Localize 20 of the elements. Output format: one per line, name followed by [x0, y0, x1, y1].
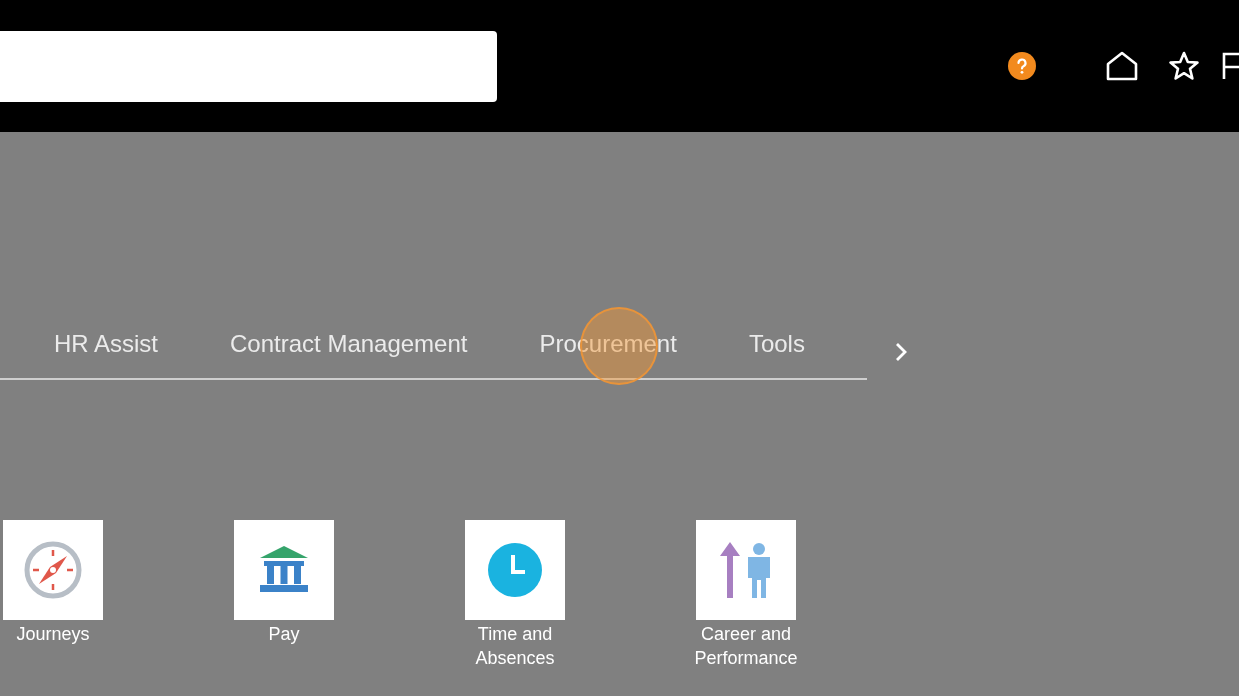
- help-icon[interactable]: [1008, 52, 1036, 80]
- chevron-right-icon[interactable]: [895, 342, 907, 362]
- home-icon[interactable]: [1106, 51, 1138, 81]
- app-label: Journeys: [15, 623, 91, 646]
- nav-tab[interactable]: HR Assist: [54, 330, 158, 368]
- nav-tab[interactable]: Procurement: [539, 330, 677, 368]
- flag-icon[interactable]: [1222, 51, 1239, 81]
- compass-icon: [23, 540, 83, 600]
- app-label: Career and Performance: [693, 623, 799, 670]
- app-tile[interactable]: [696, 520, 796, 620]
- search-field[interactable]: [0, 30, 497, 102]
- star-icon[interactable]: [1168, 51, 1200, 81]
- app-label: Pay: [267, 623, 301, 646]
- clock-icon: [487, 542, 543, 598]
- app-label: Time and Absences: [474, 623, 556, 670]
- nav-tab[interactable]: Contract Management: [230, 330, 468, 368]
- app-tile[interactable]: [3, 520, 103, 620]
- nav-tab[interactable]: Tools: [748, 330, 805, 368]
- app-tile[interactable]: [465, 520, 565, 620]
- app-tile[interactable]: [234, 520, 334, 620]
